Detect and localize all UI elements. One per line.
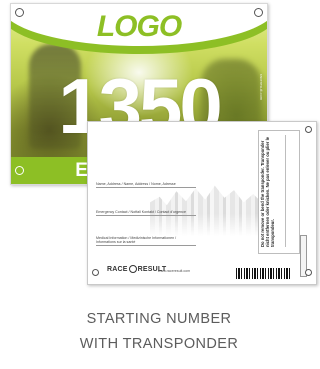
transponder-warning-text: Do not remove or bend the transponder. T…: [260, 136, 275, 247]
pin-hole-icon: [305, 269, 312, 276]
pin-hole-icon: [15, 166, 24, 175]
field-name-address: Name, Address / Name, Address / Nome, Ad…: [96, 182, 196, 188]
transponder-instructions-panel: Do not remove or bend the transponder. T…: [258, 130, 300, 254]
pin-hole-icon: [92, 269, 99, 276]
field-emergency-contact: Emergency Contact / Notfall Kontakt / Co…: [96, 210, 196, 216]
pin-hole-icon: [15, 8, 24, 17]
pin-hole-icon: [305, 126, 312, 133]
bib-side-text: raceresult.com: [259, 74, 264, 101]
caption-line-2: WITH TRANSPONDER: [79, 336, 239, 352]
bib-back-image: Name, Address / Name, Address / Nome, Ad…: [87, 121, 317, 285]
race-result-icon: [128, 265, 137, 273]
panel-divider: [285, 135, 286, 247]
caption-line-1: STARTING NUMBER: [86, 311, 232, 327]
field-medical-information: Medical Information / Medizinische Infor…: [96, 236, 196, 246]
brand-url: www.raceresult.com: [158, 269, 191, 273]
pin-hole-icon: [254, 8, 263, 17]
brand-left: RACE: [107, 265, 128, 273]
runners-crowd-graphic: [150, 185, 270, 236]
bib-logo: LOGO: [96, 10, 182, 43]
barcode-icon: [236, 268, 290, 279]
